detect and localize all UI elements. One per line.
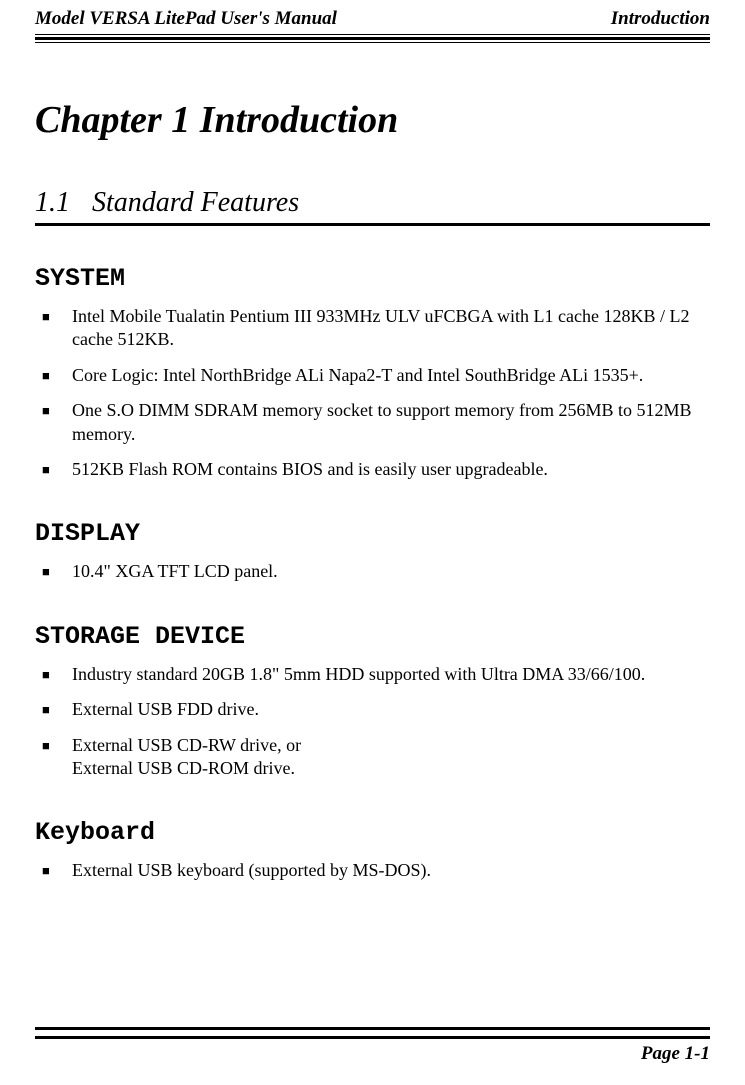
list-item-line: External USB CD-ROM drive.	[72, 757, 710, 780]
keyboard-list: External USB keyboard (supported by MS-D…	[35, 859, 710, 882]
section-underline	[35, 223, 710, 226]
header-right: Introduction	[611, 8, 710, 30]
list-item: External USB FDD drive.	[42, 698, 710, 721]
list-item: 512KB Flash ROM contains BIOS and is eas…	[42, 458, 710, 481]
list-item: External USB CD-RW drive, or External US…	[42, 734, 710, 781]
header-rule	[35, 34, 710, 43]
display-list: 10.4" XGA TFT LCD panel.	[35, 560, 710, 583]
list-item: Industry standard 20GB 1.8" 5mm HDD supp…	[42, 663, 710, 686]
storage-list: Industry standard 20GB 1.8" 5mm HDD supp…	[35, 663, 710, 781]
list-item: Core Logic: Intel NorthBridge ALi Napa2-…	[42, 364, 710, 387]
section-number: 1.1	[35, 187, 70, 219]
list-item: 10.4" XGA TFT LCD panel.	[42, 560, 710, 583]
list-item: Intel Mobile Tualatin Pentium III 933MHz…	[42, 305, 710, 352]
list-item: External USB keyboard (supported by MS-D…	[42, 859, 710, 882]
subhead-display: DISPLAY	[35, 519, 710, 548]
header-left: Model VERSA LitePad User's Manual	[35, 8, 337, 30]
chapter-title: Chapter 1 Introduction	[35, 98, 710, 142]
subhead-system: SYSTEM	[35, 264, 710, 293]
system-list: Intel Mobile Tualatin Pentium III 933MHz…	[35, 305, 710, 481]
section-title: Standard Features	[92, 187, 299, 219]
subhead-storage: STORAGE DEVICE	[35, 622, 710, 651]
footer-rule	[35, 1027, 710, 1039]
subhead-keyboard: Keyboard	[35, 818, 710, 847]
list-item: One S.O DIMM SDRAM memory socket to supp…	[42, 399, 710, 446]
page-number: Page 1-1	[35, 1043, 710, 1065]
list-item-line: External USB CD-RW drive, or	[72, 734, 710, 757]
